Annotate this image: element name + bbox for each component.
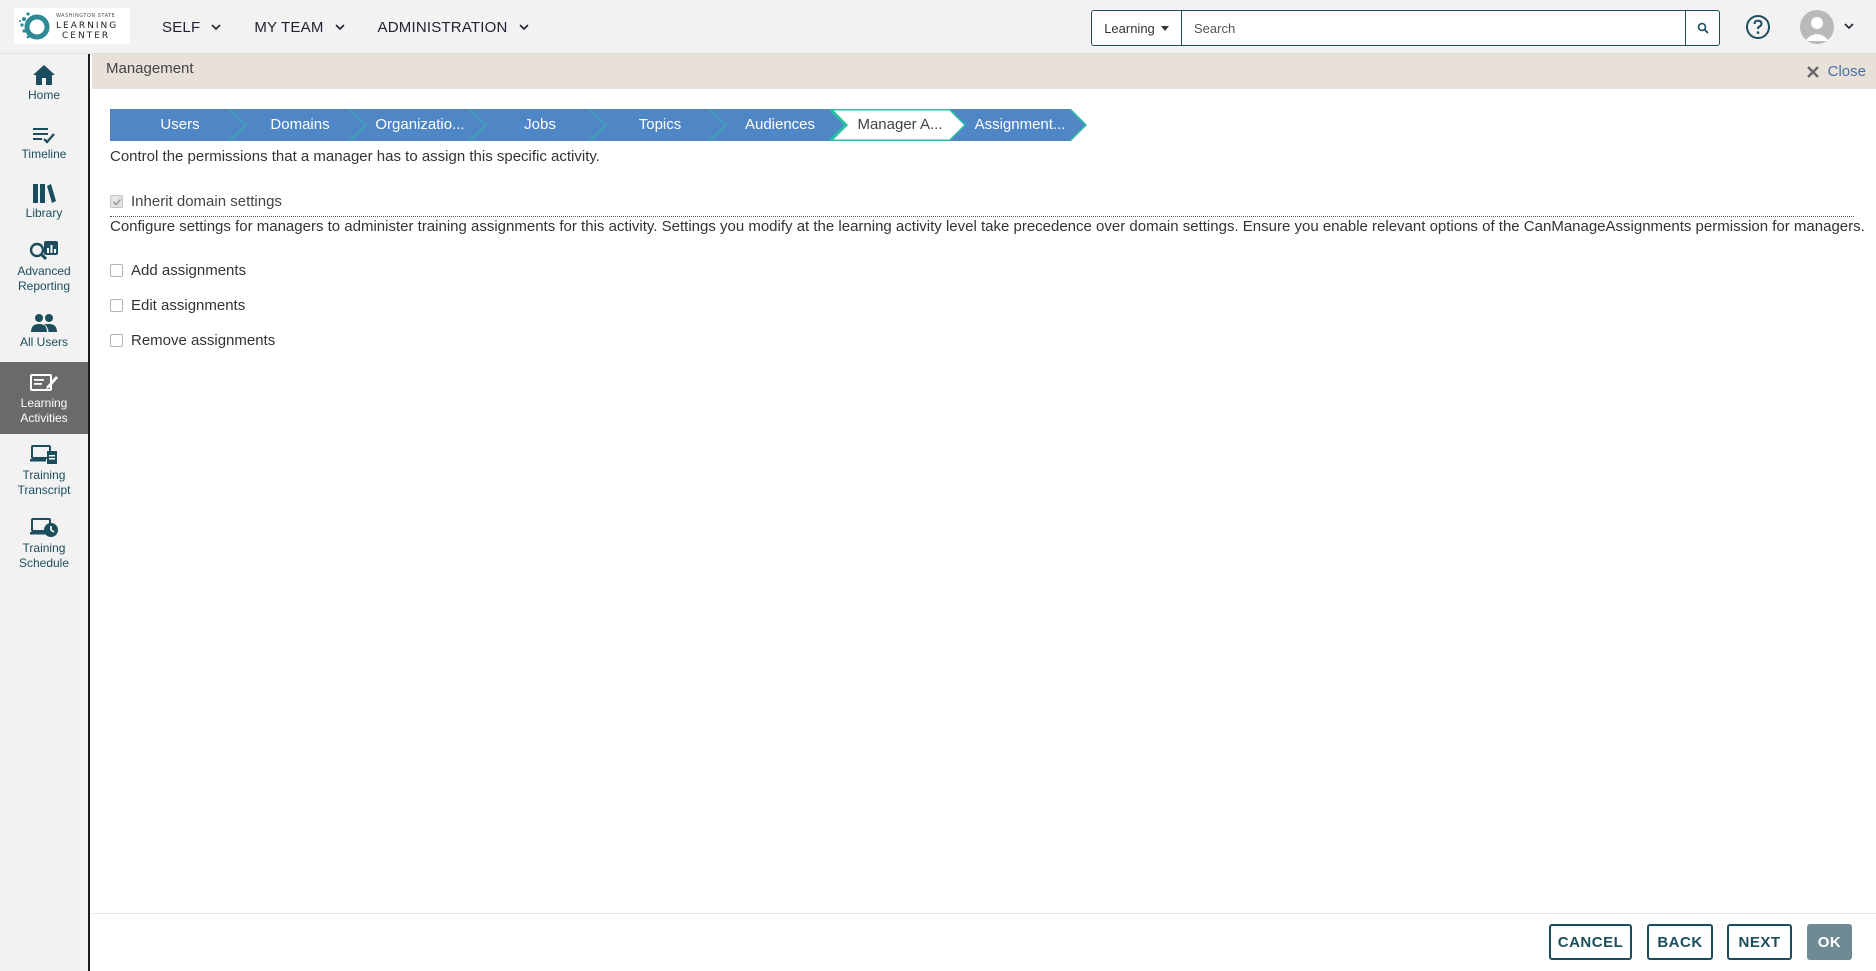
step-topics[interactable]: Topics — [590, 109, 728, 141]
remove-assignments-checkbox[interactable] — [110, 334, 123, 347]
checkmark-icon — [112, 198, 121, 206]
sidebar-item-label: Advanced Reporting — [17, 264, 71, 293]
step-label: Organizatio... — [375, 116, 465, 133]
step-label: Audiences — [744, 116, 816, 133]
logo-text-center: CENTER — [62, 31, 111, 41]
caret-down-icon — [1160, 25, 1169, 31]
library-icon — [33, 184, 56, 203]
wizard-steps: Users Domains Organizatio... Jobs Topics… — [110, 109, 1088, 141]
info-text: Configure settings for managers to admin… — [110, 218, 1865, 235]
nav-my-team-label: MY TEAM — [254, 18, 324, 36]
sidebar-item-library[interactable]: Library — [0, 182, 88, 234]
users-icon — [31, 314, 57, 332]
sidebar-item-training-transcript[interactable]: Training Transcript — [0, 444, 88, 510]
step-jobs[interactable]: Jobs — [470, 109, 608, 141]
close-label: Close — [1827, 63, 1866, 80]
home-icon — [33, 65, 55, 85]
divider — [110, 216, 1854, 217]
user-icon — [1805, 17, 1829, 41]
nav-self[interactable]: SELF — [162, 19, 222, 36]
avatar[interactable] — [1800, 10, 1834, 44]
chevron-down-icon — [211, 24, 221, 31]
sidebar-item-label: Training Transcript — [17, 468, 71, 497]
description-text: Control the permissions that a manager h… — [110, 148, 600, 165]
step-assignments[interactable]: Assignment... — [950, 109, 1088, 141]
step-manager-assignments[interactable]: Manager A... — [830, 109, 969, 141]
sidebar-item-label: All Users — [19, 335, 68, 349]
step-label: Domains — [270, 116, 330, 133]
close-icon — [1806, 65, 1819, 78]
sidebar-item-label: Home — [27, 88, 60, 102]
chevron-down-icon[interactable] — [1843, 20, 1855, 32]
logo-text-learning: LEARNING — [56, 21, 119, 31]
step-organizations[interactable]: Organizatio... — [350, 109, 488, 141]
step-audiences[interactable]: Audiences — [710, 109, 848, 141]
help-icon[interactable] — [1745, 14, 1771, 40]
logo-text-state: WASHINGTON STATE — [56, 13, 116, 19]
add-assignments-checkbox[interactable] — [110, 264, 123, 277]
nav-administration[interactable]: ADMINISTRATION — [378, 19, 530, 36]
close-button[interactable]: Close — [1806, 63, 1866, 80]
nav-self-label: SELF — [162, 18, 201, 36]
sidebar-item-label: Training Schedule — [18, 541, 70, 570]
remove-assignments-row: Remove assignments — [110, 332, 275, 349]
add-assignments-row: Add assignments — [110, 262, 246, 279]
chevron-down-icon — [518, 24, 529, 31]
transcript-icon — [30, 445, 57, 464]
sidebar-item-label: Learning Activities — [20, 396, 68, 425]
step-users[interactable]: Users — [110, 109, 248, 141]
logo-mark-icon — [19, 12, 50, 40]
inherit-domain-settings-checkbox[interactable] — [110, 195, 123, 208]
chevron-down-icon — [334, 24, 345, 31]
search-icon — [1697, 22, 1709, 34]
sidebar-item-label: Library — [25, 206, 63, 220]
search-scope-dropdown[interactable]: Learning — [1092, 11, 1182, 45]
sidebar-item-learning-activities[interactable]: Learning Activities — [0, 362, 88, 434]
step-label: Topics — [638, 116, 682, 133]
sidebar-item-home[interactable]: Home — [0, 64, 88, 114]
reporting-icon — [29, 241, 58, 261]
step-label: Assignment... — [974, 116, 1066, 133]
page-title: Management — [106, 60, 194, 77]
sidebar-item-all-users[interactable]: All Users — [0, 313, 88, 365]
learning-activities-icon — [30, 374, 58, 391]
nav-my-team[interactable]: MY TEAM — [254, 19, 345, 36]
search-scope-label: Learning — [1104, 20, 1155, 36]
ok-button[interactable]: OK — [1807, 924, 1852, 960]
footer-divider — [92, 913, 1876, 914]
nav-administration-label: ADMINISTRATION — [377, 18, 508, 36]
cancel-button[interactable]: CANCEL — [1549, 924, 1632, 960]
edit-assignments-row: Edit assignments — [110, 297, 245, 314]
back-button[interactable]: BACK — [1647, 924, 1713, 960]
main-nav: SELF MY TEAM ADMINISTRATION — [162, 0, 562, 54]
sidebar-item-timeline[interactable]: Timeline — [0, 125, 88, 175]
inherit-domain-settings-row: Inherit domain settings — [110, 193, 282, 210]
next-button[interactable]: NEXT — [1727, 924, 1792, 960]
schedule-icon — [30, 518, 58, 537]
timeline-icon — [33, 128, 55, 144]
search-input[interactable] — [1182, 11, 1685, 45]
inherit-domain-settings-label: Inherit domain settings — [131, 193, 282, 210]
add-assignments-label: Add assignments — [131, 262, 247, 279]
logo[interactable]: WASHINGTON STATE LEARNING CENTER — [14, 8, 130, 44]
edit-assignments-label: Edit assignments — [131, 297, 246, 314]
remove-assignments-label: Remove assignments — [131, 332, 276, 349]
management-header: Management Close — [92, 54, 1876, 89]
step-domains[interactable]: Domains — [230, 109, 368, 141]
step-label: Users — [160, 116, 200, 133]
sidebar-item-advanced-reporting[interactable]: Advanced Reporting — [0, 240, 88, 306]
search-bar: Learning — [1091, 10, 1720, 46]
top-bar: WASHINGTON STATE LEARNING CENTER SELF MY… — [0, 0, 1876, 54]
edit-assignments-checkbox[interactable] — [110, 299, 123, 312]
sidebar: Home Timeline Library Advanced Reporting… — [0, 54, 90, 971]
search-button[interactable] — [1685, 11, 1719, 45]
sidebar-item-label: Timeline — [21, 147, 67, 161]
step-label: Jobs — [524, 116, 556, 133]
step-label: Manager A... — [857, 116, 943, 133]
sidebar-item-training-schedule[interactable]: Training Schedule — [0, 517, 88, 583]
